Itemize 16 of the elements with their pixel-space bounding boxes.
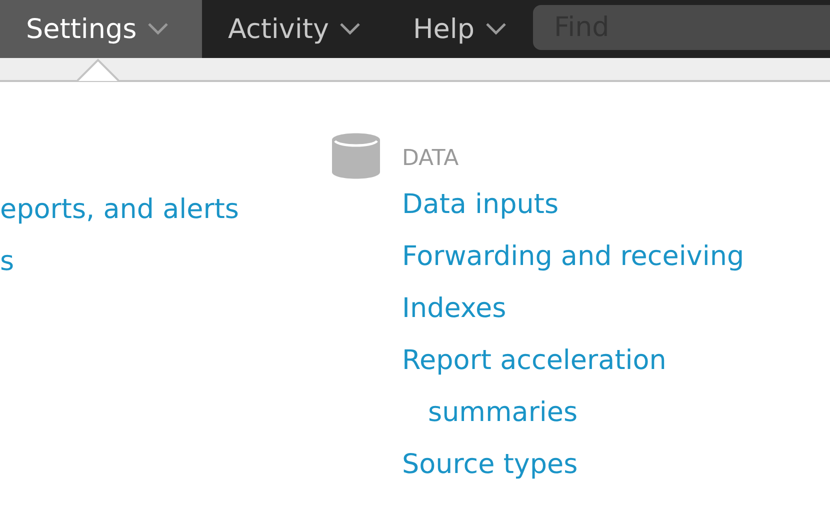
menu-link[interactable]: summaries	[402, 387, 744, 439]
menu-link[interactable]: s	[0, 236, 332, 288]
menu-tab[interactable]: Help	[386, 0, 533, 58]
menu-tab[interactable]: Activity	[202, 0, 387, 58]
chevron-down-icon	[146, 22, 169, 36]
section-heading: DATA	[402, 145, 460, 173]
menu-link[interactable]: Indexes	[402, 283, 744, 335]
menu-link[interactable]: eports, and alerts	[0, 184, 332, 236]
menu-link[interactable]: Forwarding and receiving	[402, 231, 744, 283]
chevron-down-icon	[338, 22, 361, 36]
database-icon	[332, 132, 380, 180]
menu-link[interactable]: Data inputs	[402, 179, 744, 231]
menu-link[interactable]: Report acceleration	[402, 335, 744, 387]
menu-tab[interactable]: Settings	[0, 0, 202, 58]
chevron-down-icon	[484, 22, 507, 36]
menu-link[interactable]: Source types	[402, 439, 744, 491]
